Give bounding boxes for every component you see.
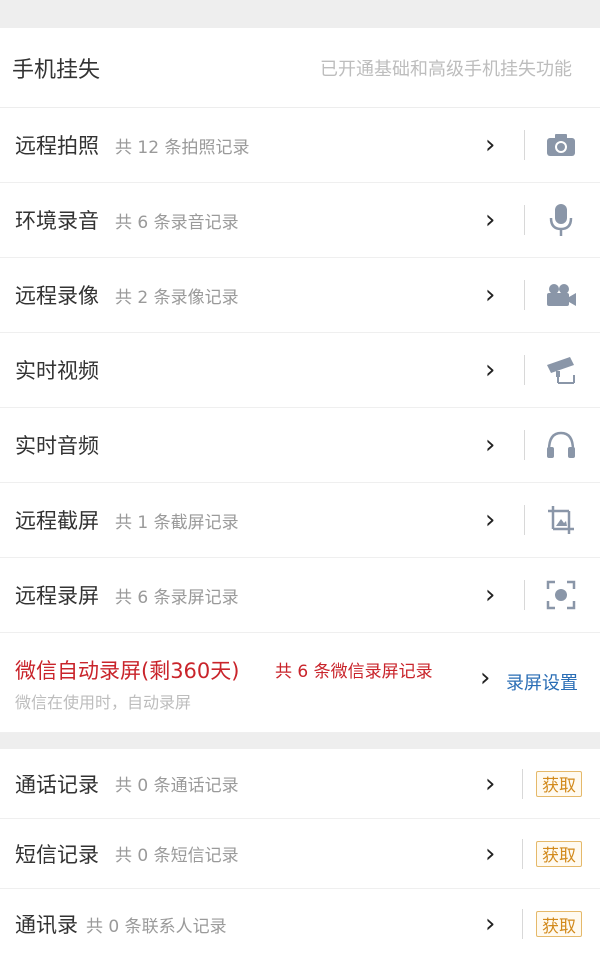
chevron-right-icon: › — [485, 505, 496, 535]
crop-icon[interactable] — [544, 503, 578, 537]
record-subtitle: 共 0 条联系人记录 — [86, 916, 227, 937]
surveillance-camera-icon[interactable] — [544, 353, 578, 387]
camera-icon[interactable] — [544, 128, 578, 162]
record-subtitle: 共 0 条通话记录 — [115, 776, 239, 796]
chevron-right-icon: › — [485, 130, 496, 160]
chevron-right-icon: › — [485, 768, 496, 799]
get-call-log-button[interactable]: 获取 — [536, 770, 582, 797]
feature-title: 远程截屏 — [15, 509, 99, 533]
headphones-icon[interactable] — [544, 428, 578, 462]
feature-subtitle: 共 1 条截屏记录 — [115, 512, 239, 533]
feature-row-remote-photo[interactable]: 远程拍照 共 12 条拍照记录 › — [0, 108, 600, 183]
screen-record-icon[interactable] — [544, 578, 578, 612]
divider — [522, 768, 523, 799]
feature-title: 远程录像 — [15, 284, 99, 308]
feature-row-live-audio[interactable]: 实时音频 › — [0, 408, 600, 483]
get-contacts-button[interactable]: 获取 — [536, 911, 582, 937]
wechat-record-title: 微信自动录屏(剩360天) — [15, 659, 240, 683]
record-row-contacts[interactable]: 通讯录 共 0 条联系人记录 › 获取 — [0, 889, 600, 955]
feature-subtitle: 共 6 条录屏记录 — [115, 587, 239, 608]
divider — [524, 355, 525, 385]
divider — [524, 280, 525, 310]
divider — [524, 205, 525, 235]
divider — [524, 580, 525, 610]
get-sms-button[interactable]: 获取 — [536, 840, 582, 867]
record-title: 通讯录 — [15, 913, 78, 937]
chevron-right-icon: › — [485, 430, 496, 460]
chevron-right-icon: › — [485, 580, 496, 610]
feature-row-remote-screenshot[interactable]: 远程截屏 共 1 条截屏记录 › — [0, 483, 600, 558]
feature-row-ambient-recording[interactable]: 环境录音 共 6 条录音记录 › — [0, 183, 600, 258]
phone-loss-title: 手机挂失 — [12, 57, 101, 83]
wechat-record-note: 微信在使用时，自动录屏 — [15, 693, 192, 712]
divider — [522, 909, 523, 939]
feature-title: 远程录屏 — [15, 584, 99, 608]
record-subtitle: 共 0 条短信记录 — [115, 846, 239, 866]
wechat-auto-record-row[interactable]: 微信自动录屏(剩360天) 共 6 条微信录屏记录 微信在使用时，自动录屏 › … — [0, 633, 600, 733]
chevron-right-icon: › — [485, 205, 496, 235]
divider — [524, 130, 525, 160]
record-row-call-log[interactable]: 通话记录 共 0 条通话记录 › 获取 — [0, 749, 600, 819]
microphone-icon[interactable] — [544, 203, 578, 237]
top-spacer — [0, 0, 600, 28]
chevron-right-icon: › — [485, 838, 496, 869]
feature-title: 远程拍照 — [15, 134, 99, 158]
feature-subtitle: 共 6 条录音记录 — [115, 212, 239, 233]
feature-subtitle: 共 2 条录像记录 — [115, 287, 239, 308]
divider — [524, 505, 525, 535]
phone-loss-status: 已开通基础和高级手机挂失功能 — [320, 58, 572, 80]
video-camera-icon[interactable] — [544, 278, 578, 312]
record-row-sms[interactable]: 短信记录 共 0 条短信记录 › 获取 — [0, 819, 600, 889]
feature-title: 实时音频 — [15, 434, 99, 458]
chevron-right-icon: › — [480, 663, 491, 693]
divider — [522, 838, 523, 869]
feature-title: 实时视频 — [15, 359, 99, 383]
feature-subtitle: 共 12 条拍照记录 — [115, 137, 250, 158]
chevron-right-icon: › — [485, 909, 496, 939]
feature-row-remote-screen-record[interactable]: 远程录屏 共 6 条录屏记录 › — [0, 558, 600, 633]
chevron-right-icon: › — [485, 280, 496, 310]
wechat-record-count: 共 6 条微信录屏记录 — [275, 662, 433, 682]
divider — [524, 430, 525, 460]
feature-title: 环境录音 — [15, 209, 99, 233]
section-spacer — [0, 733, 600, 749]
feature-row-remote-video[interactable]: 远程录像 共 2 条录像记录 › — [0, 258, 600, 333]
record-title: 通话记录 — [15, 772, 99, 797]
chevron-right-icon: › — [485, 355, 496, 385]
phone-loss-header[interactable]: 手机挂失 已开通基础和高级手机挂失功能 — [0, 28, 600, 108]
record-title: 短信记录 — [15, 842, 99, 867]
feature-row-live-video[interactable]: 实时视频 › — [0, 333, 600, 408]
record-settings-link[interactable]: 录屏设置 — [506, 669, 578, 695]
